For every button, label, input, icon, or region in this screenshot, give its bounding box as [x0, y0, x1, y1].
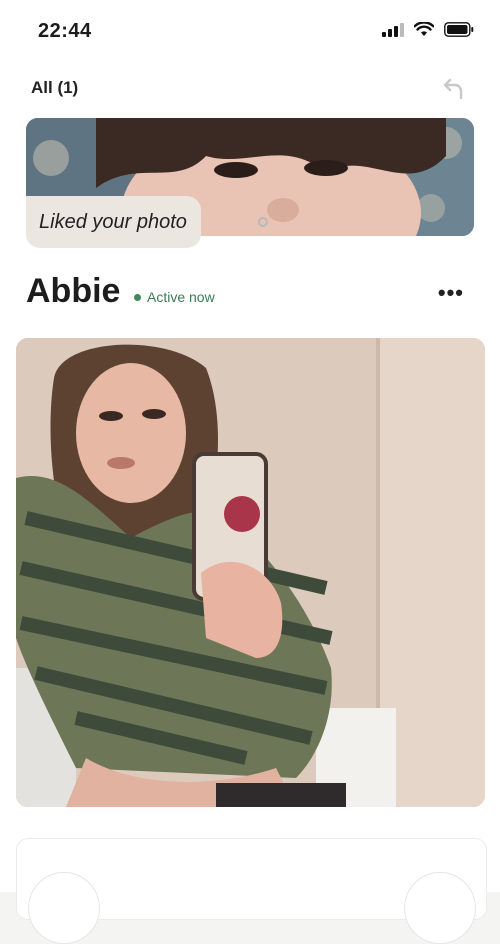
liked-caption-bubble: Liked your photo: [26, 196, 201, 248]
status-icons: [382, 22, 474, 37]
like-button[interactable]: [404, 872, 476, 944]
more-options-button[interactable]: •••: [438, 280, 464, 306]
active-dot-icon: [134, 293, 141, 301]
status-time: 22:44: [38, 20, 92, 42]
wifi-icon: [414, 22, 434, 36]
likes-header: All (1): [0, 62, 500, 116]
profile-photo-card[interactable]: [16, 338, 485, 807]
battery-icon: [444, 22, 474, 37]
profile-name: Abbie: [26, 272, 121, 310]
profile-photo-image: [16, 338, 485, 807]
filter-all-button[interactable]: All (1): [31, 78, 78, 98]
status-bar: 22:44: [0, 0, 500, 62]
cellular-signal-icon: [382, 22, 404, 37]
active-status-label: Active now: [147, 289, 215, 305]
active-status: Active now: [134, 289, 215, 305]
profile-name-row: Abbie Active now •••: [26, 272, 474, 318]
undo-icon[interactable]: [442, 76, 464, 100]
pass-button[interactable]: [28, 872, 100, 944]
